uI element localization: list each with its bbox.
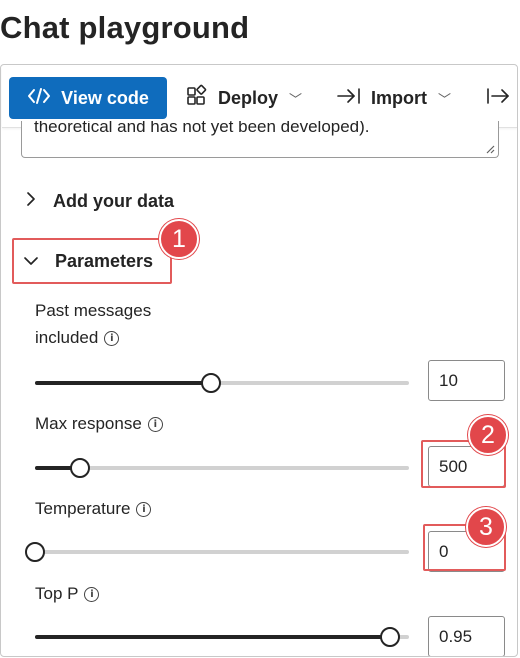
- slider-rail: [35, 466, 409, 470]
- slider-fill: [35, 381, 211, 385]
- slider-thumb[interactable]: [201, 373, 221, 393]
- page-title: Chat playground: [0, 10, 250, 45]
- chevron-right-icon: [25, 191, 37, 212]
- past-messages-label: Past messages included i: [35, 301, 152, 347]
- view-code-button[interactable]: View code: [9, 77, 167, 119]
- temperature-label: Temperature i: [35, 495, 152, 522]
- system-message-text: theoretical and has not yet been develop…: [34, 121, 370, 136]
- slider-fill: [35, 635, 390, 639]
- callout-badge-3: 3: [466, 507, 506, 547]
- add-your-data-label: Add your data: [53, 191, 175, 211]
- callout-highlight-1: [12, 238, 172, 284]
- deploy-icon: [185, 84, 209, 113]
- slider-rail: [35, 550, 409, 554]
- export-icon-button[interactable]: [486, 77, 512, 119]
- callout-badge-2: 2: [468, 415, 508, 455]
- slider-thumb[interactable]: [380, 627, 400, 647]
- past-messages-input[interactable]: 10: [428, 360, 505, 401]
- add-your-data-section[interactable]: Add your data: [25, 191, 174, 212]
- info-icon[interactable]: i: [104, 331, 120, 347]
- arrow-to-end-icon: [486, 86, 512, 111]
- top-p-slider[interactable]: [35, 627, 409, 647]
- deploy-label: Deploy: [218, 87, 279, 108]
- import-button[interactable]: Import ﹀: [336, 77, 451, 119]
- temperature-slider[interactable]: [25, 542, 409, 562]
- slider-thumb[interactable]: [70, 458, 90, 478]
- chevron-down-icon: ﹀: [289, 91, 303, 107]
- past-messages-slider[interactable]: [35, 373, 409, 393]
- info-icon[interactable]: i: [84, 587, 100, 603]
- max-response-label: Max response i: [35, 410, 163, 437]
- import-icon: [336, 86, 362, 111]
- system-message-textarea[interactable]: theoretical and has not yet been develop…: [21, 121, 499, 158]
- top-p-input[interactable]: 0.95: [428, 616, 505, 656]
- callout-badge-1: 1: [159, 219, 199, 259]
- slider-thumb[interactable]: [25, 542, 45, 562]
- view-code-label: View code: [61, 87, 149, 108]
- max-response-slider[interactable]: [35, 458, 409, 478]
- top-p-label: Top Pi: [35, 580, 100, 607]
- toolbar: View code Deploy ﹀ Import ﹀: [2, 67, 517, 128]
- info-icon[interactable]: i: [136, 502, 152, 518]
- info-icon[interactable]: i: [147, 417, 163, 433]
- import-label: Import: [371, 87, 427, 108]
- chevron-down-icon: ﹀: [438, 91, 452, 107]
- deploy-button[interactable]: Deploy ﹀: [185, 77, 302, 119]
- code-icon: [27, 86, 51, 111]
- resize-handle-icon[interactable]: [485, 144, 495, 154]
